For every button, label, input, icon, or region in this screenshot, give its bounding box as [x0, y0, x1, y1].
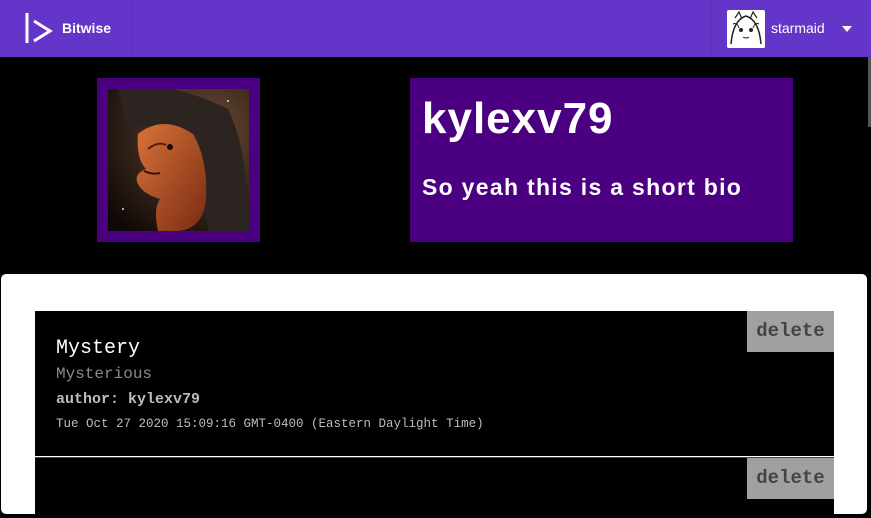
post-card: delete Mystery Mysterious author: kylexv…: [35, 311, 834, 456]
profile-avatar-image: [108, 89, 249, 231]
user-avatar: [727, 10, 765, 48]
profile-info-box: kylexv79 So yeah this is a short bio: [410, 78, 793, 242]
delete-button[interactable]: delete: [747, 311, 834, 352]
post-author: author: kylexv79: [56, 391, 201, 408]
posts-panel: delete Mystery Mysterious author: kylexv…: [1, 274, 867, 518]
post-card: delete: [35, 457, 834, 518]
post-timestamp: Tue Oct 27 2020 15:09:16 GMT-0400 (Easte…: [56, 417, 484, 431]
bitwise-logo-icon: [25, 13, 53, 43]
username-label: starmaid: [771, 20, 825, 36]
profile-bio: So yeah this is a short bio: [422, 174, 743, 200]
brand-home-link[interactable]: Bitwise: [0, 0, 132, 57]
delete-button[interactable]: delete: [747, 458, 834, 499]
top-navbar: Bitwise starmaid: [0, 0, 871, 57]
brand-name: Bitwise: [62, 20, 112, 36]
profile-username: kylexv79: [422, 94, 614, 143]
chevron-down-icon: [842, 26, 852, 32]
user-menu-dropdown[interactable]: starmaid: [710, 0, 871, 57]
post-title[interactable]: Mystery: [56, 337, 140, 360]
post-subtitle: Mysterious: [56, 365, 153, 383]
profile-avatar-frame: [97, 78, 260, 242]
